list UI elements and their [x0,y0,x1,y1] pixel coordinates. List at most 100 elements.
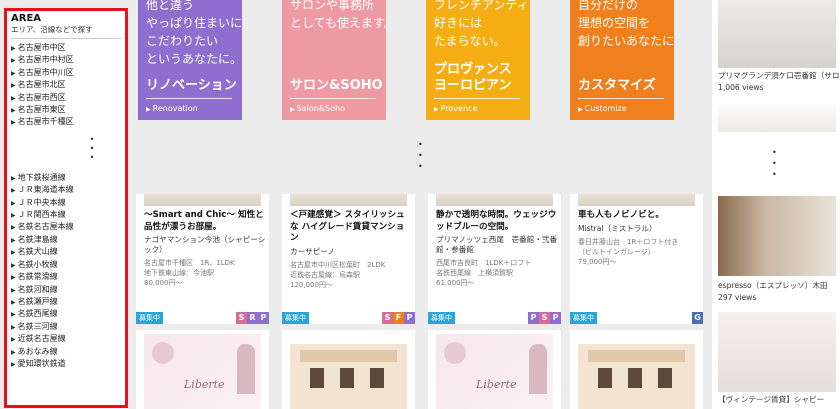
listing-title[interactable]: ＜戸建感覚＞ スタイリッシュな ハイグレード賃貸マンション [290,210,412,245]
building-card[interactable] [282,330,415,409]
sidebar-link[interactable]: ▶ 名鉄常滑線 [11,271,121,283]
sidebar-link[interactable]: ▶ 名古屋市東区 [11,104,121,116]
ranking-photo[interactable] [718,196,836,276]
sidebar-link[interactable]: ▶ 名鉄津島線 [11,234,121,246]
sidebar-link-label: あおなみ線 [17,346,58,356]
sidebar-link-label: 名鉄津島線 [17,234,58,244]
arrow-right-icon: ▶ [146,106,151,113]
banner-subtitle: ▶ Provence [434,104,477,113]
sidebar-link[interactable]: ▶ 名古屋市中川区 [11,67,121,79]
arrow-right-icon: ▶ [11,57,16,65]
listing-photo[interactable] [436,194,553,206]
arrow-right-icon: ▶ [11,212,16,220]
banner-subtitle: ▶ Customize [578,104,627,113]
promo-text: Liberte [184,378,225,391]
arrow-right-icon: ▶ [11,336,16,344]
listing-name: Mistral（ミストラル） [578,223,657,233]
feature-tags: SFP [382,312,415,324]
line-list: ▶ 地下鉄桜通線 ▶ ＪＲ東海道本線 ▶ ＪＲ中央本線 ▶ ＪＲ関西本線 ▶ 名鉄名古屋本線 ▶ 名鉄… [11,172,121,371]
promo-card[interactable]: Liberte [428,330,561,409]
sidebar-link-label: 名鉄常滑線 [17,272,58,282]
arrow-right-icon: ▶ [11,261,16,269]
status-badge: 募集中 [428,312,455,324]
listing-card[interactable]: ＜戸建感覚＞ スタイリッシュな ハイグレード賃貸マンション カーサピーノ 名古屋市中… [282,194,415,324]
sidebar-link-label: 名鉄河和線 [17,284,58,294]
listing-info: 西尾市吉良町 1LDK＋ロフト [436,259,532,267]
listing-card[interactable]: 車も人もノビノビと。 Mistral（ミストラル） 春日井藤山台 1R＋ロフト付き（… [570,194,703,324]
sidebar-link[interactable]: ▶ 名古屋市千種区 [11,116,121,128]
category-banner[interactable]: フレンチアンティークが好きにはたまらない。プロヴァンス ヨーロピアン ▶Prove… [426,0,530,120]
promo-card[interactable]: Liberte [136,330,269,409]
feature-tag: P [528,312,539,324]
category-banner[interactable]: サロンや事務所 としても使えます。 サロン&SOHO ▶ Salon&Soho [282,0,386,120]
listing-photo[interactable] [290,194,407,206]
sidebar-link-label: 名古屋市千種区 [17,117,74,127]
status-badge: 募集中 [570,312,597,324]
listing-info: 地下鉄東山線：今池駅 [144,269,214,277]
listing-info: 名古屋市千種区 1R、1LDK [144,259,235,267]
listing-name: プリマノッツェ西尾 壱番館・弐番館・参番館 [436,235,558,254]
woman-icon [529,344,547,394]
page: AREA エリア、沿線などで探す ▶ 名古屋市中区 ▶ 名古屋市中村区 ▶ 名古屋市中川区… [0,0,840,409]
banner-subtitle-text: Renovation [152,104,198,113]
listing-info: 春日井藤山台 1R＋ロフト付き [578,237,679,246]
ranking-photo[interactable] [718,312,836,392]
listing-title[interactable]: 車も人もノビノビと。 [578,210,700,222]
sidebar-link[interactable]: ▶ ＪＲ中央本線 [11,197,121,209]
banner-divider [434,98,520,99]
ranking-caption[interactable]: プリマグランデ須ケ口壱番館（サロン） [718,70,840,81]
arrow-right-icon: ▶ [11,311,16,319]
sidebar-link[interactable]: ▶ 名鉄西尾線 [11,308,121,320]
sidebar-link[interactable]: ▶ 名古屋市北区 [11,79,121,91]
sidebar-link[interactable]: ▶ 名鉄河和線 [11,284,121,296]
ranking-photo[interactable] [718,0,836,68]
arrow-right-icon: ▶ [11,45,16,52]
building-card[interactable] [570,330,703,409]
banner-copy-line: としても使えます。 [290,16,386,30]
arrow-right-icon: ▶ [11,82,16,90]
sidebar-link[interactable]: ▶ 名古屋市中区 [11,42,121,54]
arrow-right-icon: ▶ [11,119,16,127]
flower-icon [444,342,466,364]
arrow-right-icon: ▶ [11,224,16,232]
ranking-caption[interactable]: espresso（エスプレッソ）木田 [718,280,828,291]
arrow-right-icon: ▶ [11,323,16,331]
sidebar-link[interactable]: ▶ 名古屋市中村区 [11,54,121,66]
listing-info: 79,000円〜 [578,257,617,266]
banner-copy: 他と違うやっぱり住まいにはこだわりたいというあなたに。 [146,0,242,68]
sidebar-link[interactable]: ▶ あおなみ線 [11,346,121,358]
sidebar-link[interactable]: ▶ 近鉄名古屋線 [11,333,121,345]
listing-card[interactable]: 静かで透明な時間。ウェッジウッドブルーの空間。プリマノッツェ西尾 壱番館・弐番館… [428,194,561,324]
banner-copy-line: サロンや事務所 [290,0,375,12]
ranking-photo[interactable] [718,102,836,132]
sidebar-link[interactable]: ▶ 名鉄瀬戸線 [11,296,121,308]
sidebar-link-label: 名古屋市北区 [17,80,66,90]
sidebar-link-label: 地下鉄桜通線 [17,172,66,182]
sidebar-link[interactable]: ▶ 名鉄犬山線 [11,246,121,258]
listing-photo[interactable] [144,194,261,206]
listing-photo[interactable] [578,194,695,206]
banner-copy: フレンチアンティークが好きにはたまらない。 [434,0,530,50]
sidebar-link[interactable]: ▶ 名鉄三河線 [11,321,121,333]
sidebar-link-label: 名古屋市中川区 [17,67,74,77]
listing-card[interactable]: 〜Smart and Chic〜 知性と品性が漂うお部屋。 ナゴヤマンション今池（… [136,194,269,324]
listing-info: 80,000円〜 [144,279,183,287]
listing-title[interactable]: 〜Smart and Chic〜 知性と品性が漂うお部屋。 [144,210,266,233]
sidebar-link[interactable]: ▶ 名鉄名古屋本線 [11,221,121,233]
banner-title: サロン&SOHO [290,78,383,93]
ranking-caption[interactable]: 【ヴィンテージ賃貸】シャピー [718,394,824,405]
sidebar-link[interactable]: ▶ 地下鉄桜通線 [11,172,121,184]
banner-subtitle-text: Provence [440,104,478,113]
sidebar-link[interactable]: ▶ ＪＲ関西本線 [11,209,121,221]
category-banner[interactable]: 自分だけの理想の空間を創りたいあなたに。カスタマイズ ▶Customize [570,0,674,120]
sidebar-link[interactable]: ▶ 名鉄小牧線 [11,259,121,271]
category-banner[interactable]: 他と違うやっぱり住まいにはこだわりたいというあなたに。リノベーション ▶Renov… [138,0,242,120]
banner-copy-line: 理想の空間を [578,16,651,30]
listing-info: （ビルトインガレージ） [578,247,655,256]
sidebar-link[interactable]: ▶ ＪＲ東海道本線 [11,184,121,196]
arrow-right-icon: ▶ [11,348,16,356]
listing-title[interactable]: 静かで透明な時間。ウェッジウッドブルーの空間。 [436,210,558,233]
sidebar-link[interactable]: ▶ 名古屋市西区 [11,92,121,104]
banner-copy-line: たまらない。 [434,34,506,48]
sidebar-link[interactable]: ▶ 愛知環状鉄道 [11,358,121,370]
